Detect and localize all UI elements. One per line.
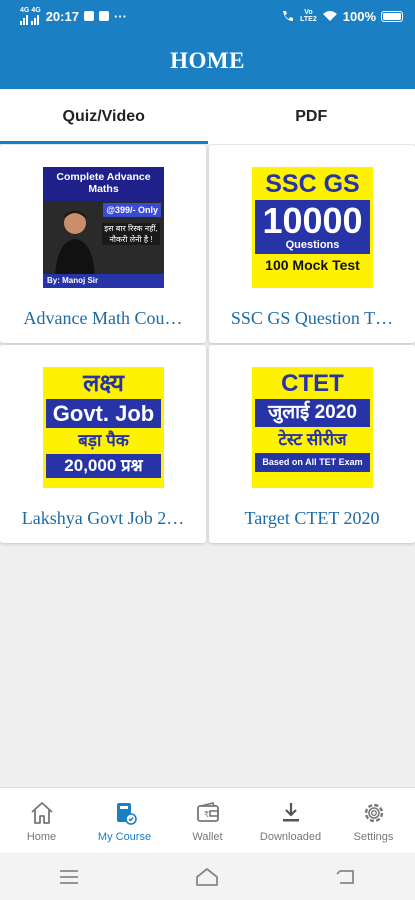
- nav-home[interactable]: Home: [0, 788, 83, 854]
- bottom-nav: Home My Course ₹ Wallet Downloaded Setti…: [0, 787, 415, 854]
- status-bar: 4G 4G 20:17 ··· Vo LTE2 100%: [0, 0, 415, 32]
- course-title: Lakshya Govt Job 2…: [21, 508, 185, 528]
- battery-percent: 100%: [342, 8, 376, 24]
- wallet-icon: ₹: [196, 801, 219, 822]
- tab-bar: Quiz/Video PDF: [0, 89, 415, 144]
- more-notifications: ···: [113, 8, 127, 24]
- nav-downloaded[interactable]: Downloaded: [249, 788, 332, 854]
- home-button-icon[interactable]: [194, 866, 220, 888]
- svg-text:₹: ₹: [204, 810, 209, 819]
- download-icon: [282, 802, 299, 821]
- tab-quiz-video[interactable]: Quiz/Video: [0, 89, 208, 144]
- back-icon[interactable]: [333, 866, 359, 888]
- wifi-calling-icon: [283, 11, 294, 21]
- nav-settings[interactable]: Settings: [332, 788, 415, 854]
- course-thumbnail: Complete Advance Maths @399/- Only इस बा…: [43, 167, 164, 288]
- battery-icon: [381, 10, 403, 22]
- system-nav-bar: [0, 853, 415, 900]
- course-card-advance-math[interactable]: Complete Advance Maths @399/- Only इस बा…: [0, 145, 206, 343]
- page-title: HOME: [170, 47, 245, 73]
- shield-notification-icon: [83, 11, 94, 21]
- status-time: 20:17: [45, 8, 79, 24]
- home-icon: [30, 801, 53, 824]
- wifi-icon: [322, 11, 337, 21]
- nav-wallet[interactable]: ₹ Wallet: [166, 788, 249, 854]
- course-card-target-ctet[interactable]: CTET जुलाई 2020 टेस्ट सीरीज Based on All…: [209, 345, 415, 543]
- course-title: Advance Math Cou…: [23, 308, 183, 328]
- app-bar: HOME: [0, 32, 415, 89]
- course-title: Target CTET 2020: [244, 508, 380, 528]
- nav-my-course[interactable]: My Course: [83, 788, 166, 854]
- settings-icon: [364, 803, 383, 822]
- tab-pdf[interactable]: PDF: [208, 89, 415, 144]
- mail-notification-icon: [98, 11, 109, 21]
- my-course-icon: [116, 802, 137, 825]
- course-card-ssc-gs[interactable]: SSC GS 10000 Questions 100 Mock Test SSC…: [209, 145, 415, 343]
- course-card-lakshya-govt-job[interactable]: लक्ष्य Govt. Job बड़ा पैक 20,000 प्रश्न …: [0, 345, 206, 543]
- course-thumbnail: लक्ष्य Govt. Job बड़ा पैक 20,000 प्रश्न: [43, 367, 164, 488]
- volte-indicator: Vo LTE2: [300, 9, 317, 23]
- course-title: SSC GS Question T…: [230, 308, 394, 328]
- teacher-photo: [55, 210, 95, 277]
- course-thumbnail: SSC GS 10000 Questions 100 Mock Test: [252, 167, 373, 288]
- network-indicator: 4G 4G: [20, 7, 41, 25]
- course-thumbnail: CTET जुलाई 2020 टेस्ट सीरीज Based on All…: [252, 367, 373, 488]
- menu-icon[interactable]: [56, 866, 82, 888]
